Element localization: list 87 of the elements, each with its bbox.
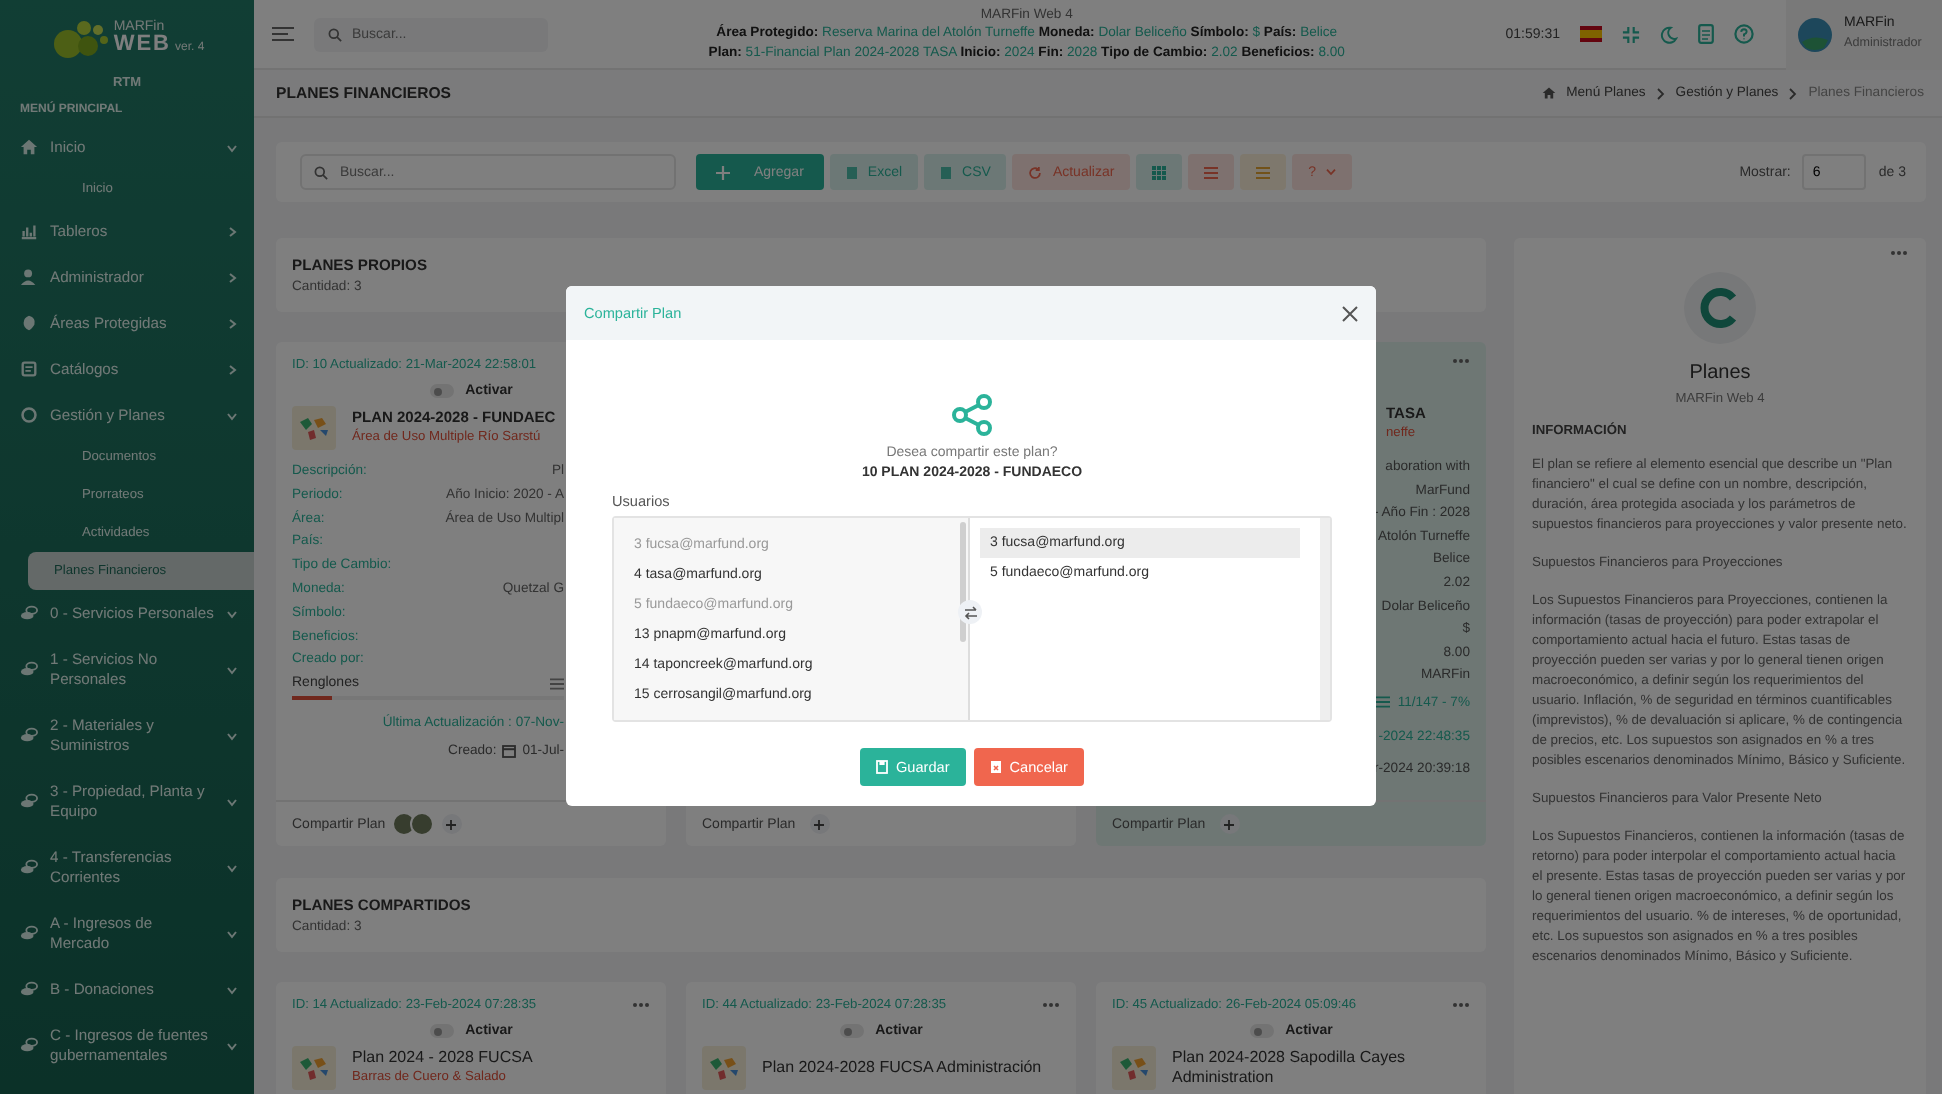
grid-icon xyxy=(1152,165,1167,179)
swap-button[interactable] xyxy=(958,600,982,624)
close-icon[interactable] xyxy=(1342,305,1358,321)
avatar-placeholder xyxy=(391,812,416,836)
chevron-icon xyxy=(226,271,238,283)
icon-button[interactable] xyxy=(1240,154,1287,190)
chevron-icon xyxy=(226,927,238,939)
file-icon xyxy=(940,165,953,179)
chevron-icon xyxy=(226,795,238,807)
plan-title: Plan 2024-2028 FUCSA Administración xyxy=(762,1058,1042,1078)
plan-title: Plan 2024-2028 Sapodilla Cayes Administration xyxy=(1172,1048,1408,1088)
toggle-switch[interactable] xyxy=(429,1024,454,1038)
toggle-switch[interactable] xyxy=(839,1024,864,1038)
chevron-icon xyxy=(226,409,238,421)
ring-chart-icon xyxy=(1684,272,1756,344)
coins-icon xyxy=(20,604,38,622)
refresh-icon xyxy=(1028,165,1043,179)
chevron-icon xyxy=(226,317,238,329)
home-icon xyxy=(1542,86,1557,100)
chevron-icon xyxy=(226,363,238,375)
chevron-icon xyxy=(226,663,238,675)
menu-icon[interactable] xyxy=(272,26,294,42)
save-icon xyxy=(876,760,888,774)
user-icon xyxy=(20,268,38,286)
list-icon xyxy=(1256,165,1271,179)
add-user-button[interactable] xyxy=(809,814,830,834)
search-icon xyxy=(328,27,342,41)
list-icon xyxy=(550,677,564,690)
panel-title: Planes xyxy=(1689,362,1751,384)
world-map-icon xyxy=(702,1046,746,1090)
chevron-icon xyxy=(226,1039,238,1051)
plan-title: Plan 2024 - 2028 FUCSA xyxy=(352,1048,533,1068)
compress-icon[interactable] xyxy=(1622,25,1640,43)
plus-icon xyxy=(446,819,457,829)
home-icon xyxy=(20,138,38,156)
moon-icon[interactable] xyxy=(1660,25,1678,43)
search-icon xyxy=(314,165,328,179)
chevron-icon xyxy=(226,861,238,873)
share-icon xyxy=(952,394,992,436)
logo-bubbles-icon xyxy=(49,16,110,60)
more-icon[interactable] xyxy=(1890,250,1908,256)
plus-icon xyxy=(1224,819,1235,829)
coins-icon xyxy=(20,1036,38,1054)
chevron-icon xyxy=(226,141,238,153)
icon-button[interactable] xyxy=(1136,154,1183,190)
chevron-icon xyxy=(226,225,238,237)
logo-product: WEB xyxy=(113,34,171,56)
toggle-switch[interactable] xyxy=(429,384,454,398)
plus-icon xyxy=(814,819,825,829)
caret-icon xyxy=(1326,168,1337,176)
more-icon[interactable] xyxy=(1452,358,1470,364)
chevron-icon xyxy=(1655,87,1666,99)
flag-icon[interactable] xyxy=(1580,26,1602,42)
help-icon[interactable] xyxy=(1734,24,1754,44)
list-icon xyxy=(1375,696,1390,709)
book-icon xyxy=(20,360,38,378)
toggle-switch[interactable] xyxy=(1249,1024,1274,1038)
file-icon xyxy=(845,165,858,179)
avatar-placeholder xyxy=(409,812,434,836)
coins-icon xyxy=(20,792,38,810)
more-icon[interactable] xyxy=(632,1002,650,1008)
chevron-icon xyxy=(226,607,238,619)
chart-icon xyxy=(20,222,38,240)
coins-icon xyxy=(20,980,38,998)
add-user-button[interactable] xyxy=(1219,814,1240,834)
list-icon xyxy=(1204,165,1219,179)
cancel-icon xyxy=(989,760,1002,774)
more-icon[interactable] xyxy=(1452,1002,1470,1008)
world-map-icon xyxy=(292,1046,336,1090)
document-icon[interactable] xyxy=(1698,24,1714,44)
coins-icon xyxy=(20,924,38,942)
chevron-icon xyxy=(226,983,238,995)
chevron-icon xyxy=(1788,87,1799,99)
add-user-button[interactable] xyxy=(441,814,462,834)
coins-icon xyxy=(20,660,38,678)
icon-button[interactable] xyxy=(1188,154,1235,190)
swap-icon xyxy=(963,605,977,619)
chevron-icon xyxy=(226,729,238,741)
world-map-icon xyxy=(1112,1046,1156,1090)
more-icon[interactable] xyxy=(1042,1002,1060,1008)
coins-icon xyxy=(20,726,38,744)
calendar-icon xyxy=(502,744,517,759)
coins-icon xyxy=(20,858,38,876)
plus-icon xyxy=(716,165,730,179)
circle-icon xyxy=(20,406,38,424)
world-map-icon xyxy=(292,406,336,450)
avatar-icon xyxy=(1798,17,1832,51)
